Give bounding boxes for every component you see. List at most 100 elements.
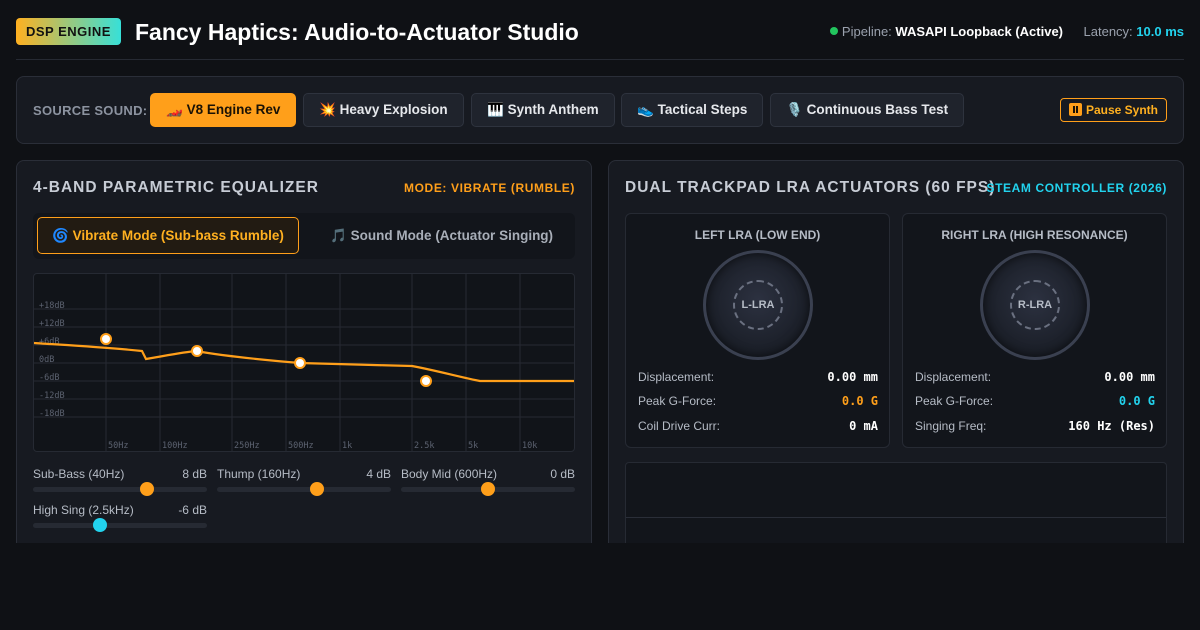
page-bottom-area	[0, 543, 1200, 630]
status-dot-icon	[829, 27, 838, 35]
eq-node-high-sing[interactable]	[420, 375, 432, 387]
source-button-continuous-bass[interactable]: 🎙️ Continuous Bass Test	[770, 93, 965, 127]
left-lra-title: LEFT LRA (LOW END)	[694, 228, 821, 242]
left-displacement-row: Displacement: 0.00 mm	[638, 369, 878, 385]
thump-slider: Thump (160Hz) 4 dB	[217, 467, 391, 496]
slider-value: 0 dB	[550, 467, 575, 481]
equalizer-panel: 4-BAND PARAMETRIC EQUALIZER MODE: VIBRAT…	[16, 160, 592, 560]
db-tick: +18dB	[39, 301, 65, 311]
slider-thumb[interactable]	[481, 482, 495, 496]
right-lra-card: RIGHT LRA (HIGH RESONANCE) R-LRA Displac…	[902, 213, 1167, 448]
equalizer-title: 4-BAND PARAMETRIC EQUALIZER	[33, 179, 319, 196]
slider-thumb[interactable]	[93, 518, 107, 532]
slider-track[interactable]	[401, 482, 575, 496]
db-tick: -6dB	[39, 373, 59, 383]
right-lra-knob-label: R-LRA	[1010, 280, 1060, 330]
slider-label: Body Mid (600Hz)	[401, 467, 498, 481]
left-lra-knob: L-LRA	[703, 250, 813, 360]
source-button-tactical-steps[interactable]: 👟 Tactical Steps	[621, 93, 764, 127]
eq-curve-graph[interactable]: +18dB +12dB +6dB 0dB -6dB -12dB -18dB 50…	[33, 273, 575, 452]
sound-mode-button[interactable]: 🎵 Sound Mode (Actuator Singing)	[315, 217, 568, 254]
mode-label: Sound Mode (Actuator Singing)	[350, 228, 554, 243]
db-tick: -12dB	[39, 391, 65, 401]
freq-tick: 5k	[468, 441, 478, 451]
left-coil-row: Coil Drive Curr: 0 mA	[638, 418, 878, 434]
pause-icon	[1068, 103, 1082, 116]
stat-label: Coil Drive Curr:	[638, 419, 721, 433]
mode-tag: MODE: VIBRATE (RUMBLE)	[404, 181, 575, 195]
stat-label: Displacement:	[915, 370, 992, 384]
stat-value: 0.0 G	[841, 394, 878, 408]
mode-toggle: 🌀 Vibrate Mode (Sub-bass Rumble) 🎵 Sound…	[33, 213, 575, 259]
latency-value: 10.0 ms	[1136, 24, 1184, 39]
pipeline-label: Pipeline:	[841, 24, 892, 39]
waveform-baseline	[626, 517, 1166, 518]
source-sound-panel: SOURCE SOUND: 🏎️ V8 Engine Rev 💥 Heavy E…	[16, 76, 1184, 144]
slider-value: 8 dB	[182, 467, 207, 481]
body-mid-slider: Body Mid (600Hz) 0 dB	[401, 467, 575, 496]
latency-status: Latency: 10.0 ms	[1084, 24, 1184, 40]
source-button-heavy-explosion[interactable]: 💥 Heavy Explosion	[303, 93, 464, 127]
db-tick: +12dB	[39, 319, 65, 329]
app-header: DSP ENGINE Fancy Haptics: Audio-to-Actua…	[16, 14, 1184, 60]
actuators-panel: DUAL TRACKPAD LRA ACTUATORS (60 FPS) STE…	[608, 160, 1184, 582]
db-tick-labels: +18dB +12dB +6dB 0dB -6dB -12dB -18dB	[39, 301, 65, 419]
stat-value: 0 mA	[849, 419, 878, 433]
stat-label: Singing Freq:	[915, 419, 987, 433]
source-button-v8-engine[interactable]: 🏎️ V8 Engine Rev	[150, 93, 297, 127]
explosion-icon: 💥	[319, 102, 336, 117]
high-sing-slider: High Sing (2.5kHz) -6 dB	[33, 503, 207, 532]
engine-badge: DSP ENGINE	[16, 18, 121, 45]
slider-label: Thump (160Hz)	[217, 467, 301, 481]
freq-tick: 500Hz	[288, 441, 314, 451]
left-lra-card: LEFT LRA (LOW END) L-LRA Displacement: 0…	[625, 213, 890, 448]
eq-node-thump[interactable]	[191, 345, 203, 357]
slider-track[interactable]	[33, 518, 207, 532]
sub-bass-slider: Sub-Bass (40Hz) 8 dB	[33, 467, 207, 496]
slider-label: Sub-Bass (40Hz)	[33, 467, 125, 481]
left-lra-knob-label: L-LRA	[733, 280, 783, 330]
race-car-icon: 🏎️	[166, 102, 183, 117]
source-button-label: Continuous Bass Test	[806, 102, 949, 117]
source-button-label: Heavy Explosion	[339, 102, 448, 117]
vibrate-mode-button[interactable]: 🌀 Vibrate Mode (Sub-bass Rumble)	[37, 217, 299, 254]
slider-track[interactable]	[217, 482, 391, 496]
db-tick: 0dB	[39, 355, 54, 365]
actuators-title: DUAL TRACKPAD LRA ACTUATORS (60 FPS)	[625, 179, 996, 196]
freq-tick: 100Hz	[162, 441, 188, 451]
stat-label: Displacement:	[638, 370, 715, 384]
piano-icon: 🎹	[487, 102, 504, 117]
slider-track[interactable]	[33, 482, 207, 496]
music-note-icon: 🎵	[330, 228, 347, 243]
stat-value: 0.0 G	[1118, 394, 1155, 408]
pipeline-value: WASAPI Loopback (Active)	[895, 24, 1063, 39]
right-gforce-row: Peak G-Force: 0.0 G	[915, 393, 1155, 409]
pause-synth-label: Pause Synth	[1085, 103, 1158, 117]
right-lra-title: RIGHT LRA (HIGH RESONANCE)	[941, 228, 1128, 242]
slider-thumb[interactable]	[140, 482, 154, 496]
right-lra-knob: R-LRA	[980, 250, 1090, 360]
pause-synth-button[interactable]: Pause Synth	[1059, 98, 1167, 122]
right-singing-row: Singing Freq: 160 Hz (Res)	[915, 418, 1155, 434]
db-tick: -18dB	[39, 409, 65, 419]
cyclone-icon: 🌀	[52, 228, 69, 243]
mode-label: Vibrate Mode (Sub-bass Rumble)	[72, 228, 284, 243]
slider-value: -6 dB	[178, 503, 207, 517]
pipeline-status: Pipeline: WASAPI Loopback (Active)	[829, 24, 1063, 40]
eq-curve-svg: +18dB +12dB +6dB 0dB -6dB -12dB -18dB 50…	[34, 274, 574, 451]
freq-tick: 1k	[342, 441, 352, 451]
slider-thumb[interactable]	[310, 482, 324, 496]
controller-tag: STEAM CONTROLLER (2026)	[986, 181, 1167, 195]
source-button-synth-anthem[interactable]: 🎹 Synth Anthem	[471, 93, 615, 127]
freq-tick: 50Hz	[108, 441, 128, 451]
stat-value: 0.00 mm	[827, 370, 878, 384]
freq-tick: 10k	[522, 441, 537, 451]
eq-node-sub-bass[interactable]	[100, 333, 112, 345]
eq-node-body-mid[interactable]	[294, 357, 306, 369]
source-button-label: Synth Anthem	[507, 102, 599, 117]
freq-tick: 250Hz	[234, 441, 260, 451]
left-gforce-row: Peak G-Force: 0.0 G	[638, 393, 878, 409]
freq-tick-labels: 50Hz 100Hz 250Hz 500Hz 1k 2.5k 5k 10k	[108, 441, 537, 451]
source-button-label: Tactical Steps	[657, 102, 748, 117]
microphone-icon: 🎙️	[786, 102, 803, 117]
